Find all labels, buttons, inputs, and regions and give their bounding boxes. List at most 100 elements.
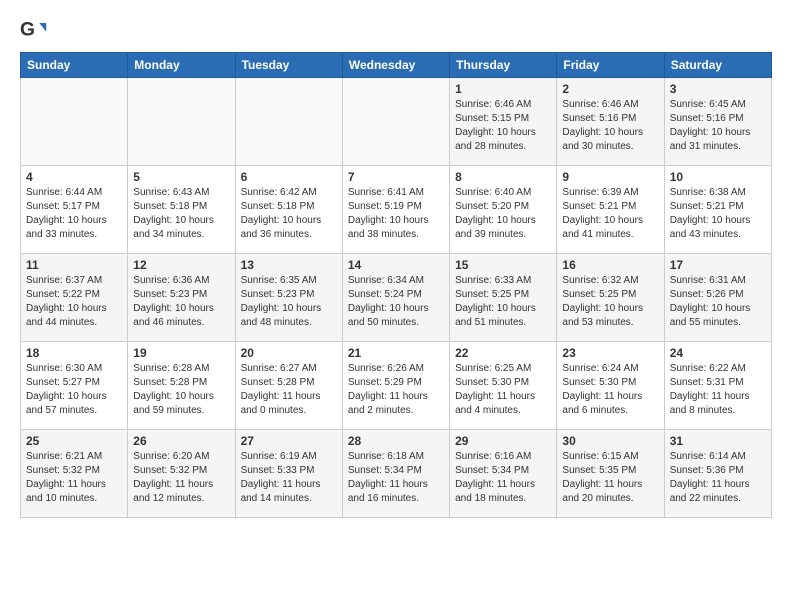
day-number: 13 [241, 258, 337, 272]
day-cell: 13 Sunrise: 6:35 AMSunset: 5:23 PMDayligh… [235, 254, 342, 342]
day-number: 5 [133, 170, 229, 184]
day-info: Sunrise: 6:45 AMSunset: 5:16 PMDaylight:… [670, 98, 766, 154]
day-number: 20 [241, 346, 337, 360]
day-number: 1 [455, 82, 551, 96]
day-cell [235, 78, 342, 166]
day-cell: 2 Sunrise: 6:46 AMSunset: 5:16 PMDaylight… [557, 78, 664, 166]
logo-icon: G [20, 16, 48, 44]
day-info: Sunrise: 6:28 AMSunset: 5:28 PMDaylight:… [133, 362, 229, 418]
day-info: Sunrise: 6:16 AMSunset: 5:34 PMDaylight:… [455, 450, 551, 506]
weekday-header-saturday: Saturday [664, 53, 771, 78]
day-number: 11 [26, 258, 122, 272]
day-cell: 30 Sunrise: 6:15 AMSunset: 5:35 PMDayligh… [557, 430, 664, 518]
day-info: Sunrise: 6:20 AMSunset: 5:32 PMDaylight:… [133, 450, 229, 506]
day-cell: 12 Sunrise: 6:36 AMSunset: 5:23 PMDayligh… [128, 254, 235, 342]
day-info: Sunrise: 6:43 AMSunset: 5:18 PMDaylight:… [133, 186, 229, 242]
day-number: 19 [133, 346, 229, 360]
week-row-2: 4 Sunrise: 6:44 AMSunset: 5:17 PMDaylight… [21, 166, 772, 254]
day-cell: 18 Sunrise: 6:30 AMSunset: 5:27 PMDayligh… [21, 342, 128, 430]
day-info: Sunrise: 6:19 AMSunset: 5:33 PMDaylight:… [241, 450, 337, 506]
day-number: 25 [26, 434, 122, 448]
day-number: 9 [562, 170, 658, 184]
day-info: Sunrise: 6:14 AMSunset: 5:36 PMDaylight:… [670, 450, 766, 506]
day-cell: 26 Sunrise: 6:20 AMSunset: 5:32 PMDayligh… [128, 430, 235, 518]
day-cell: 4 Sunrise: 6:44 AMSunset: 5:17 PMDaylight… [21, 166, 128, 254]
day-number: 18 [26, 346, 122, 360]
day-info: Sunrise: 6:18 AMSunset: 5:34 PMDaylight:… [348, 450, 444, 506]
week-row-1: 1 Sunrise: 6:46 AMSunset: 5:15 PMDaylight… [21, 78, 772, 166]
day-number: 6 [241, 170, 337, 184]
day-number: 30 [562, 434, 658, 448]
day-info: Sunrise: 6:32 AMSunset: 5:25 PMDaylight:… [562, 274, 658, 330]
day-cell: 7 Sunrise: 6:41 AMSunset: 5:19 PMDaylight… [342, 166, 449, 254]
day-number: 22 [455, 346, 551, 360]
day-info: Sunrise: 6:30 AMSunset: 5:27 PMDaylight:… [26, 362, 122, 418]
weekday-header-thursday: Thursday [450, 53, 557, 78]
day-cell: 17Sunrise: 6:31 AMSunset: 5:26 PMDayligh… [664, 254, 771, 342]
day-info: Sunrise: 6:25 AMSunset: 5:30 PMDaylight:… [455, 362, 551, 418]
day-cell: 8 Sunrise: 6:40 AMSunset: 5:20 PMDaylight… [450, 166, 557, 254]
day-info: Sunrise: 6:38 AMSunset: 5:21 PMDaylight:… [670, 186, 766, 242]
day-info: Sunrise: 6:31 AMSunset: 5:26 PMDaylight:… [670, 274, 766, 330]
day-info: Sunrise: 6:21 AMSunset: 5:32 PMDaylight:… [26, 450, 122, 506]
day-cell: 22 Sunrise: 6:25 AMSunset: 5:30 PMDayligh… [450, 342, 557, 430]
day-info: Sunrise: 6:33 AMSunset: 5:25 PMDaylight:… [455, 274, 551, 330]
day-info: Sunrise: 6:37 AMSunset: 5:22 PMDaylight:… [26, 274, 122, 330]
day-cell: 11 Sunrise: 6:37 AMSunset: 5:22 PMDayligh… [21, 254, 128, 342]
day-info: Sunrise: 6:46 AMSunset: 5:15 PMDaylight:… [455, 98, 551, 154]
day-cell: 19 Sunrise: 6:28 AMSunset: 5:28 PMDayligh… [128, 342, 235, 430]
day-number: 27 [241, 434, 337, 448]
day-number: 16 [562, 258, 658, 272]
week-row-4: 18 Sunrise: 6:30 AMSunset: 5:27 PMDayligh… [21, 342, 772, 430]
day-number: 21 [348, 346, 444, 360]
weekday-header-tuesday: Tuesday [235, 53, 342, 78]
day-number: 23 [562, 346, 658, 360]
day-info: Sunrise: 6:46 AMSunset: 5:16 PMDaylight:… [562, 98, 658, 154]
day-cell: 29 Sunrise: 6:16 AMSunset: 5:34 PMDayligh… [450, 430, 557, 518]
day-cell: 1 Sunrise: 6:46 AMSunset: 5:15 PMDaylight… [450, 78, 557, 166]
day-number: 3 [670, 82, 766, 96]
week-row-3: 11 Sunrise: 6:37 AMSunset: 5:22 PMDayligh… [21, 254, 772, 342]
day-number: 4 [26, 170, 122, 184]
day-info: Sunrise: 6:41 AMSunset: 5:19 PMDaylight:… [348, 186, 444, 242]
day-cell: 27 Sunrise: 6:19 AMSunset: 5:33 PMDayligh… [235, 430, 342, 518]
day-number: 28 [348, 434, 444, 448]
day-number: 26 [133, 434, 229, 448]
day-number: 15 [455, 258, 551, 272]
day-number: 2 [562, 82, 658, 96]
day-cell: 21 Sunrise: 6:26 AMSunset: 5:29 PMDayligh… [342, 342, 449, 430]
day-info: Sunrise: 6:40 AMSunset: 5:20 PMDaylight:… [455, 186, 551, 242]
day-cell: 23 Sunrise: 6:24 AMSunset: 5:30 PMDayligh… [557, 342, 664, 430]
day-cell: 25 Sunrise: 6:21 AMSunset: 5:32 PMDayligh… [21, 430, 128, 518]
day-number: 8 [455, 170, 551, 184]
day-info: Sunrise: 6:24 AMSunset: 5:30 PMDaylight:… [562, 362, 658, 418]
day-number: 24 [670, 346, 766, 360]
day-number: 12 [133, 258, 229, 272]
day-number: 10 [670, 170, 766, 184]
day-number: 31 [670, 434, 766, 448]
day-cell: 6 Sunrise: 6:42 AMSunset: 5:18 PMDaylight… [235, 166, 342, 254]
weekday-header-wednesday: Wednesday [342, 53, 449, 78]
weekday-header-row: SundayMondayTuesdayWednesdayThursdayFrid… [21, 53, 772, 78]
day-cell: 24Sunrise: 6:22 AMSunset: 5:31 PMDayligh… [664, 342, 771, 430]
day-cell: 20Sunrise: 6:27 AMSunset: 5:28 PMDayligh… [235, 342, 342, 430]
day-cell: 9Sunrise: 6:39 AMSunset: 5:21 PMDaylight… [557, 166, 664, 254]
day-cell: 15 Sunrise: 6:33 AMSunset: 5:25 PMDayligh… [450, 254, 557, 342]
day-cell: 31 Sunrise: 6:14 AMSunset: 5:36 PMDayligh… [664, 430, 771, 518]
svg-text:G: G [20, 19, 35, 40]
day-cell: 5 Sunrise: 6:43 AMSunset: 5:18 PMDaylight… [128, 166, 235, 254]
day-number: 7 [348, 170, 444, 184]
day-info: Sunrise: 6:42 AMSunset: 5:18 PMDaylight:… [241, 186, 337, 242]
day-info: Sunrise: 6:15 AMSunset: 5:35 PMDaylight:… [562, 450, 658, 506]
day-info: Sunrise: 6:36 AMSunset: 5:23 PMDaylight:… [133, 274, 229, 330]
day-info: Sunrise: 6:26 AMSunset: 5:29 PMDaylight:… [348, 362, 444, 418]
page-header: G [20, 16, 772, 44]
logo: G [20, 16, 52, 44]
day-info: Sunrise: 6:35 AMSunset: 5:23 PMDaylight:… [241, 274, 337, 330]
day-number: 29 [455, 434, 551, 448]
day-cell: 3 Sunrise: 6:45 AMSunset: 5:16 PMDaylight… [664, 78, 771, 166]
day-cell: 28 Sunrise: 6:18 AMSunset: 5:34 PMDayligh… [342, 430, 449, 518]
day-cell: 10 Sunrise: 6:38 AMSunset: 5:21 PMDayligh… [664, 166, 771, 254]
day-info: Sunrise: 6:44 AMSunset: 5:17 PMDaylight:… [26, 186, 122, 242]
day-cell: 14Sunrise: 6:34 AMSunset: 5:24 PMDayligh… [342, 254, 449, 342]
